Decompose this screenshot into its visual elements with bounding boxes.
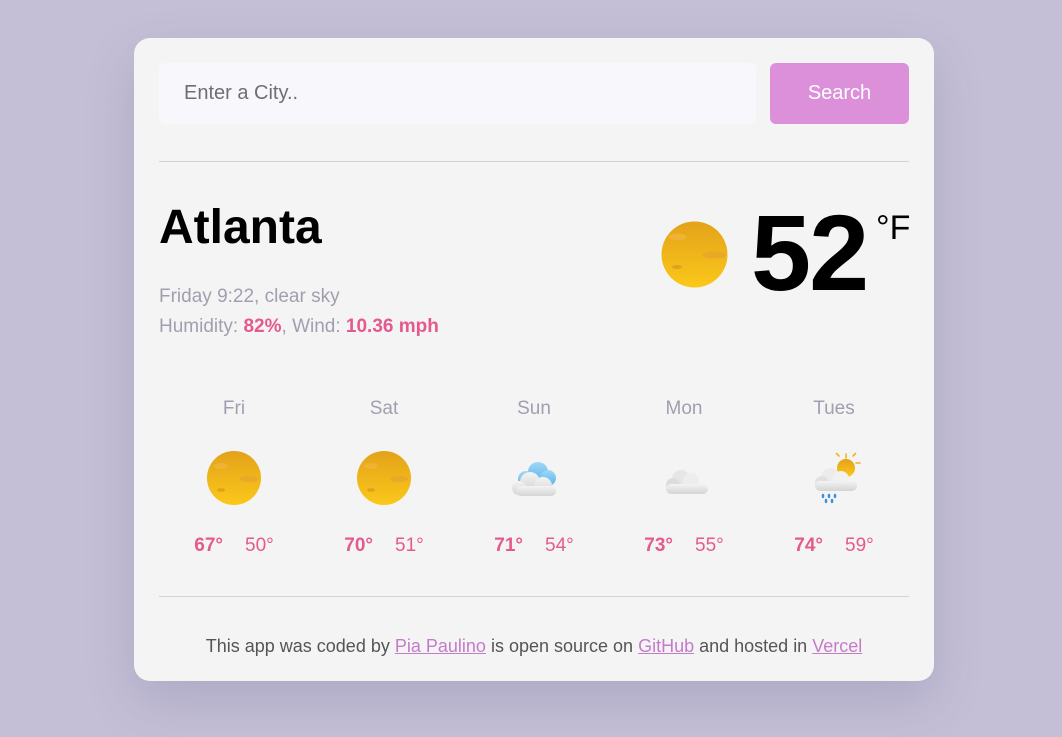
datetime-description-line: Friday 9:22, clear sky — [159, 286, 340, 307]
vercel-link[interactable]: Vercel — [812, 636, 862, 656]
forecast-min-temp: 59° — [845, 535, 874, 556]
forecast-day: Mon 73° 55° — [609, 393, 759, 563]
rain-sun-icon — [804, 448, 864, 508]
forecast-max-temp: 71° — [494, 535, 523, 556]
footer-text: is open source on — [490, 636, 634, 656]
forecast-temps: 74° 59° — [759, 535, 909, 557]
forecast-day-name: Sun — [517, 398, 551, 419]
wind-value: 10.36 mph — [345, 316, 439, 337]
humidity-wind-line: Humidity: 82%, Wind: 10.36 mph — [159, 316, 439, 337]
forecast-day-name: Sat — [369, 398, 399, 419]
forecast-min-temp: 55° — [695, 535, 724, 556]
forecast-day: Fri 67° 50° — [159, 393, 309, 563]
forecast-min-temp: 50° — [245, 535, 274, 556]
few-clouds-icon — [504, 448, 564, 508]
forecast-max-temp: 70° — [344, 535, 373, 556]
current-datetime: Friday 9:22 — [159, 286, 255, 307]
clear-sky-icon — [354, 448, 414, 508]
footer: This app was coded by Pia Paulino is ope… — [134, 634, 934, 658]
forecast-temps: 71° 54° — [459, 535, 609, 557]
current-temperature: 52 — [751, 192, 869, 313]
forecast-day-name: Mon — [665, 398, 703, 419]
current-details: Friday 9:22, clear sky Humidity: 82%, Wi… — [159, 282, 439, 342]
forecast-max-temp: 67° — [194, 535, 223, 556]
footer-text: and hosted in — [699, 636, 808, 656]
clear-sky-icon — [661, 221, 728, 288]
author-link[interactable]: Pia Paulino — [395, 636, 486, 656]
city-name: Atlanta — [159, 201, 322, 254]
search-form: Search — [159, 63, 909, 124]
github-link[interactable]: GitHub — [638, 636, 694, 656]
forecast: Fri 67° 50° Sat 70° 51° Sun 71° 54° Mon … — [159, 393, 909, 563]
forecast-day: Sat 70° 51° — [309, 393, 459, 563]
footer-text: This app was coded by — [205, 636, 390, 656]
forecast-temps: 73° 55° — [609, 535, 759, 557]
forecast-day-name: Fri — [222, 398, 246, 419]
divider — [159, 161, 909, 162]
forecast-min-temp: 51° — [395, 535, 424, 556]
temperature-unit: °F — [876, 209, 911, 247]
forecast-day: Tues 74° 59° — [759, 393, 909, 563]
city-search-input[interactable] — [159, 63, 756, 124]
forecast-day-name: Tues — [813, 398, 855, 419]
humidity-value: 82% — [243, 316, 282, 337]
forecast-max-temp: 73° — [644, 535, 673, 556]
forecast-max-temp: 74° — [794, 535, 823, 556]
wind-label: Wind: — [292, 316, 341, 337]
forecast-temps: 67° 50° — [159, 535, 309, 557]
weather-card: Search Atlanta Friday 9:22, clear sky Hu… — [134, 38, 934, 681]
forecast-temps: 70° 51° — [309, 535, 459, 557]
clear-sky-icon — [204, 448, 264, 508]
humidity-label: Humidity: — [159, 316, 239, 337]
overcast-clouds-icon — [654, 448, 714, 508]
weather-description: clear sky — [264, 286, 340, 307]
forecast-day: Sun 71° 54° — [459, 393, 609, 563]
forecast-min-temp: 54° — [545, 535, 574, 556]
divider — [159, 596, 909, 597]
search-button[interactable]: Search — [770, 63, 909, 124]
